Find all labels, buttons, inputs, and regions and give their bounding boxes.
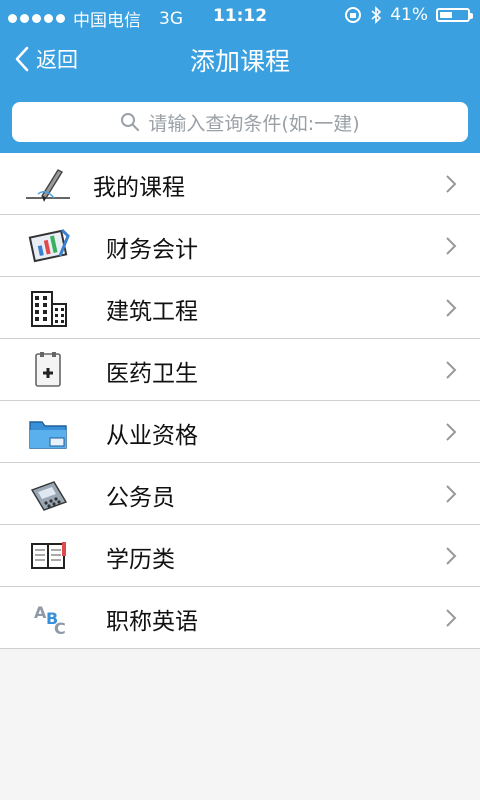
chevron-right-icon bbox=[446, 423, 457, 441]
list-item-label: 财务会计 bbox=[106, 237, 198, 263]
chevron-right-icon bbox=[446, 485, 457, 503]
buildings-icon bbox=[31, 291, 67, 327]
list-item-finance[interactable]: 财务会计 bbox=[0, 215, 480, 277]
list-item-professional-english[interactable]: A B C 职称英语 bbox=[0, 587, 480, 649]
list-item-qualification[interactable]: 从业资格 bbox=[0, 401, 480, 463]
list-item-label: 我的课程 bbox=[93, 175, 185, 201]
medical-kit-icon bbox=[35, 352, 61, 387]
notebook-icon bbox=[31, 542, 66, 569]
abc-letters-icon: A B C bbox=[34, 603, 66, 638]
nav-bar: 返回 添加课程 bbox=[0, 32, 480, 88]
battery-percent: 41% bbox=[390, 5, 428, 25]
header-bar: 中国电信 3G 11:12 41% 返回 添加课程 请输入查询条件(如:一建) bbox=[0, 0, 480, 153]
course-category-list: 我的课程 财务会计 建筑工程 医药卫生 从业资格 公务员 学历类 A B C 职… bbox=[0, 153, 480, 649]
list-item-construction[interactable]: 建筑工程 bbox=[0, 277, 480, 339]
folder-icon bbox=[29, 421, 67, 449]
chevron-right-icon bbox=[446, 299, 457, 317]
chevron-right-icon bbox=[446, 237, 457, 255]
list-item-medicine[interactable]: 医药卫生 bbox=[0, 339, 480, 401]
finance-chart-icon bbox=[28, 228, 70, 263]
list-item-label: 医药卫生 bbox=[106, 361, 198, 387]
list-item-label: 职称英语 bbox=[106, 609, 198, 635]
list-item-education[interactable]: 学历类 bbox=[0, 525, 480, 587]
search-placeholder: 请输入查询条件(如:一建) bbox=[148, 112, 360, 135]
chevron-right-icon bbox=[446, 175, 457, 193]
orientation-lock-icon bbox=[345, 7, 362, 23]
list-item-my-courses[interactable]: 我的课程 bbox=[0, 153, 480, 215]
status-bar: 中国电信 3G 11:12 41% bbox=[0, 0, 480, 32]
calculator-icon bbox=[30, 481, 68, 511]
list-item-label: 建筑工程 bbox=[106, 299, 198, 325]
battery-icon bbox=[436, 8, 473, 22]
list-item-civil-servant[interactable]: 公务员 bbox=[0, 463, 480, 525]
list-item-label: 学历类 bbox=[106, 547, 175, 573]
pen-edit-icon bbox=[26, 169, 70, 202]
list-item-label: 从业资格 bbox=[106, 423, 198, 449]
search-icon bbox=[121, 113, 140, 131]
chevron-right-icon bbox=[446, 609, 457, 627]
svg-text:C: C bbox=[54, 619, 66, 638]
chevron-right-icon bbox=[446, 361, 457, 379]
bluetooth-icon bbox=[371, 6, 382, 24]
page-title: 添加课程 bbox=[189, 47, 290, 76]
search-input[interactable]: 请输入查询条件(如:一建) bbox=[12, 102, 468, 142]
list-item-label: 公务员 bbox=[106, 485, 175, 511]
chevron-right-icon bbox=[446, 547, 457, 565]
